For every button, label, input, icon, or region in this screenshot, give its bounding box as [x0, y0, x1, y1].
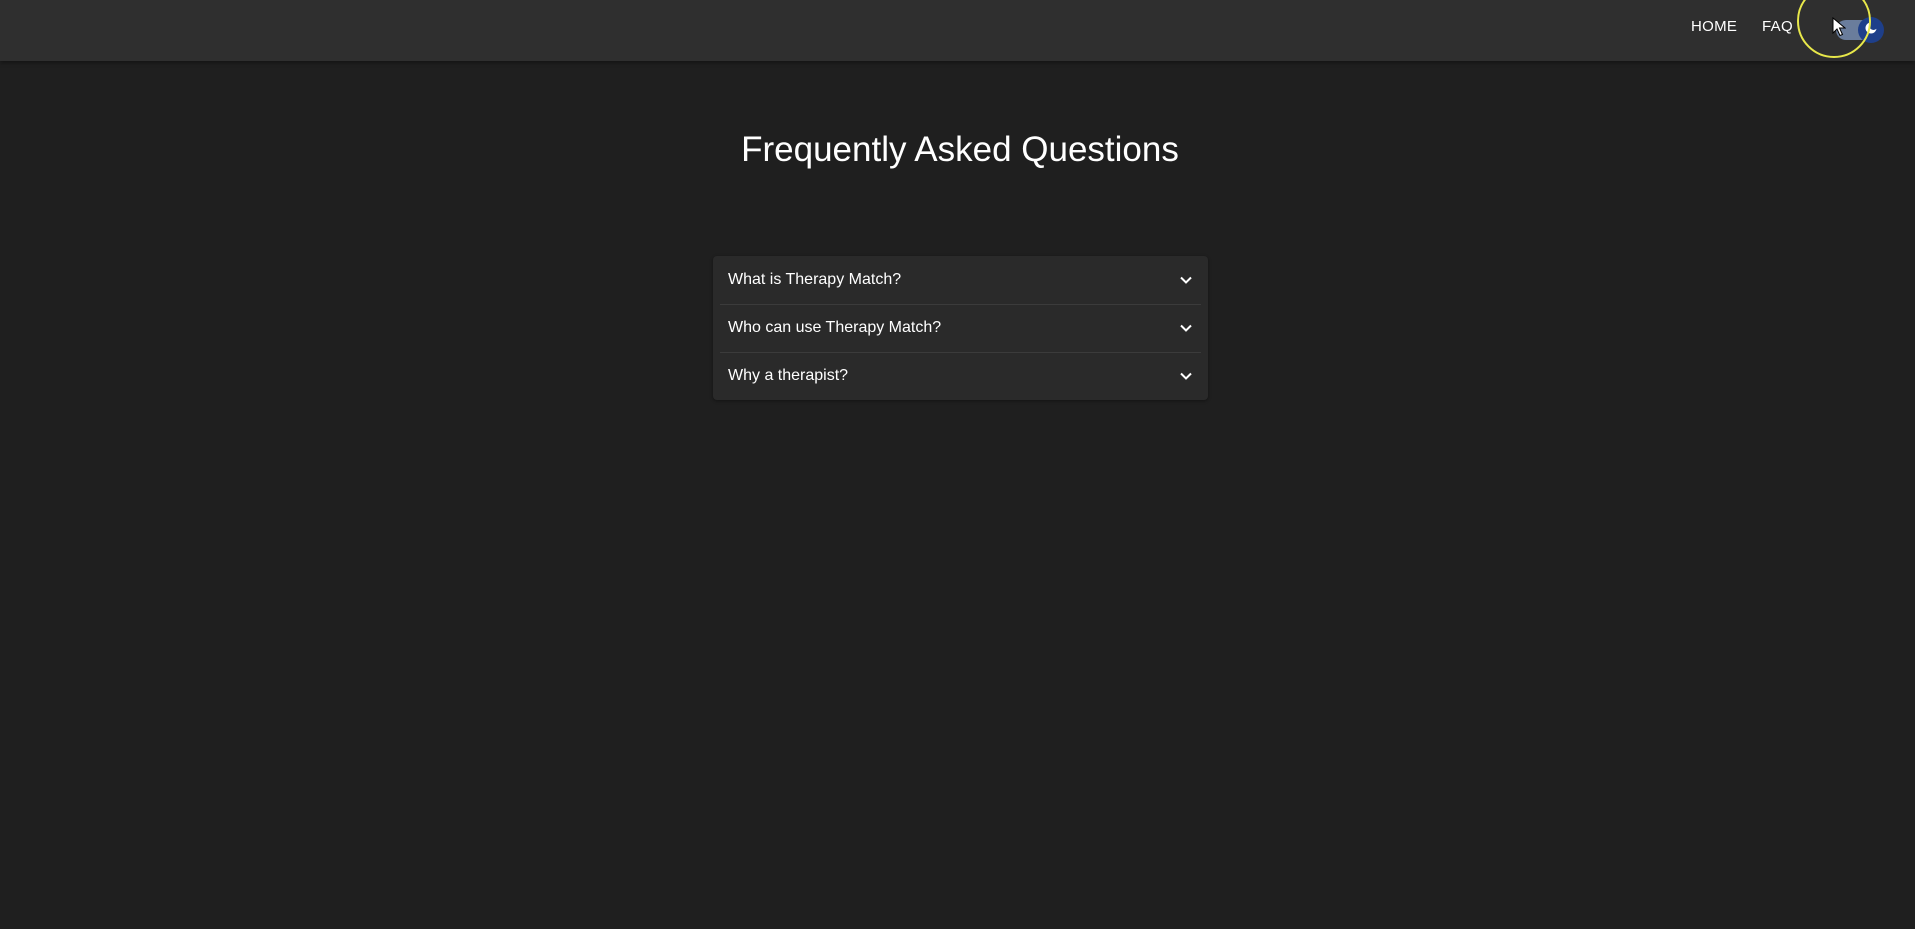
faq-item[interactable]: What is Therapy Match? [713, 256, 1208, 304]
moon-icon [1864, 21, 1878, 40]
top-navbar: HOME FAQ [0, 0, 1915, 61]
toggle-knob [1858, 17, 1884, 43]
theme-toggle[interactable] [1836, 17, 1888, 43]
nav-home-link[interactable]: HOME [1691, 18, 1737, 35]
faq-question: Why a therapist? [728, 367, 849, 384]
faq-accordion: What is Therapy Match? Who can use Thera… [713, 256, 1208, 400]
faq-question: What is Therapy Match? [728, 271, 902, 288]
faq-question: Who can use Therapy Match? [728, 319, 942, 336]
chevron-down-icon [1179, 321, 1193, 335]
chevron-down-icon [1179, 273, 1193, 287]
page-title: Frequently Asked Questions [741, 130, 1179, 169]
chevron-down-icon [1179, 369, 1193, 383]
nav-faq-link[interactable]: FAQ [1762, 18, 1793, 35]
faq-item[interactable]: Why a therapist? [713, 352, 1208, 400]
faq-item[interactable]: Who can use Therapy Match? [713, 304, 1208, 352]
